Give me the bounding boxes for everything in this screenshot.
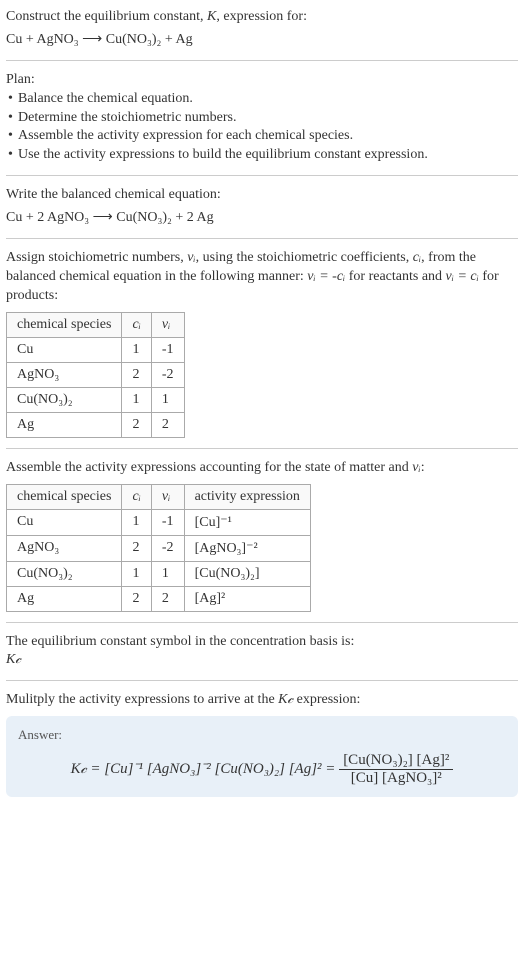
plan-section: Plan: •Balance the chemical equation. •D… [6, 71, 518, 165]
cell-ci: 1 [122, 561, 151, 586]
cell-nu: 1 [151, 561, 184, 586]
cell-nu: -2 [151, 362, 184, 387]
plan-item: •Use the activity expressions to build t… [8, 146, 518, 165]
text-fragment: , using the stoichiometric coefficients, [196, 250, 413, 265]
activity-heading: Assemble the activity expressions accoun… [6, 459, 518, 478]
multiply-heading: Mulitply the activity expressions to arr… [6, 691, 518, 710]
cell-nu: -2 [151, 535, 184, 561]
cell-activity: [Ag]² [184, 586, 310, 611]
prompt-title: Construct the equilibrium constant, K, e… [6, 8, 518, 27]
balanced-heading: Write the balanced chemical equation: [6, 186, 518, 205]
table-header-row: chemical species cᵢ νᵢ [7, 312, 185, 337]
kc-symbol-heading: The equilibrium constant symbol in the c… [6, 633, 518, 652]
cell-species: AgNO₃ [7, 535, 122, 561]
cell-ci: 2 [122, 586, 151, 611]
nu-symbol: νᵢ [187, 250, 195, 265]
cell-species: Cu [7, 509, 122, 535]
fraction-numerator: [Cu(NO₃)₂] [Ag]² [339, 752, 453, 770]
col-activity: activity expression [184, 484, 310, 509]
cell-activity: [Cu]⁻¹ [184, 509, 310, 535]
table-row: Cu 1 -1 [7, 337, 185, 362]
kc-lhs: K𝒸 = [Cu]⁻¹ [AgNO₃]⁻² [Cu(NO₃)₂] [Ag]² = [71, 761, 340, 777]
kc-symbol: K𝒸 [6, 651, 518, 670]
plan-item: •Assemble the activity expression for ea… [8, 127, 518, 146]
cell-activity: [AgNO₃]⁻² [184, 535, 310, 561]
cell-nu: -1 [151, 509, 184, 535]
col-nu: νᵢ [151, 312, 184, 337]
plan-item: •Determine the stoichiometric numbers. [8, 109, 518, 128]
text-fragment: for reactants and [345, 269, 445, 284]
plan-item: •Balance the chemical equation. [8, 90, 518, 109]
answer-box: Answer: K𝒸 = [Cu]⁻¹ [AgNO₃]⁻² [Cu(NO₃)₂]… [6, 716, 518, 797]
cell-species: AgNO₃ [7, 362, 122, 387]
col-ci: cᵢ [122, 312, 151, 337]
kc-symbol-inline: K𝒸 [278, 692, 293, 707]
cell-ci: 1 [122, 509, 151, 535]
divider [6, 680, 518, 681]
kc-symbol-section: The equilibrium constant symbol in the c… [6, 633, 518, 671]
cell-ci: 2 [122, 362, 151, 387]
plan-item-text: Determine the stoichiometric numbers. [18, 110, 237, 125]
cell-ci: 1 [122, 387, 151, 412]
text-fragment: : [421, 460, 425, 475]
activity-section: Assemble the activity expressions accoun… [6, 459, 518, 612]
cell-nu: 2 [151, 586, 184, 611]
col-ci: cᵢ [122, 484, 151, 509]
table-row: AgNO₃ 2 -2 [7, 362, 185, 387]
stoich-heading: Assign stoichiometric numbers, νᵢ, using… [6, 249, 518, 306]
table-header-row: chemical species cᵢ νᵢ activity expressi… [7, 484, 311, 509]
relation-reactants: νᵢ = -cᵢ [307, 269, 345, 284]
cell-species: Cu(NO₃)₂ [7, 387, 122, 412]
answer-label: Answer: [18, 726, 506, 744]
divider [6, 60, 518, 61]
cell-species: Cu(NO₃)₂ [7, 561, 122, 586]
prompt-section: Construct the equilibrium constant, K, e… [6, 8, 518, 50]
unbalanced-equation: Cu + AgNO₃ ⟶ Cu(NO₃)₂ + Ag [6, 31, 518, 50]
relation-products: νᵢ = cᵢ [446, 269, 479, 284]
text-fragment: Mulitply the activity expressions to arr… [6, 692, 278, 707]
divider [6, 448, 518, 449]
multiply-section: Mulitply the activity expressions to arr… [6, 691, 518, 796]
balanced-equation: Cu + 2 AgNO₃ ⟶ Cu(NO₃)₂ + 2 Ag [6, 209, 518, 228]
col-species: chemical species [7, 484, 122, 509]
ci-symbol: cᵢ [413, 250, 421, 265]
col-species: chemical species [7, 312, 122, 337]
divider [6, 238, 518, 239]
plan-item-text: Use the activity expressions to build th… [18, 147, 428, 162]
cell-activity: [Cu(NO₃)₂] [184, 561, 310, 586]
cell-nu: 2 [151, 412, 184, 437]
table-row: AgNO₃ 2 -2 [AgNO₃]⁻² [7, 535, 311, 561]
text-fragment: Assemble the activity expressions accoun… [6, 460, 412, 475]
table-row: Ag 2 2 [7, 412, 185, 437]
stoich-section: Assign stoichiometric numbers, νᵢ, using… [6, 249, 518, 438]
cell-species: Ag [7, 586, 122, 611]
cell-nu: -1 [151, 337, 184, 362]
cell-ci: 1 [122, 337, 151, 362]
table-row: Ag 2 2 [Ag]² [7, 586, 311, 611]
table-row: Cu(NO₃)₂ 1 1 [Cu(NO₃)₂] [7, 561, 311, 586]
divider [6, 175, 518, 176]
table-row: Cu(NO₃)₂ 1 1 [7, 387, 185, 412]
plan-item-text: Assemble the activity expression for eac… [18, 128, 353, 143]
divider [6, 622, 518, 623]
fraction-denominator: [Cu] [AgNO₃]² [339, 770, 453, 787]
kc-expression: K𝒸 = [Cu]⁻¹ [AgNO₃]⁻² [Cu(NO₃)₂] [Ag]² =… [18, 752, 506, 787]
text-fragment: expression: [293, 692, 360, 707]
cell-species: Cu [7, 337, 122, 362]
balanced-section: Write the balanced chemical equation: Cu… [6, 186, 518, 228]
cell-species: Ag [7, 412, 122, 437]
col-nu: νᵢ [151, 484, 184, 509]
cell-nu: 1 [151, 387, 184, 412]
cell-ci: 2 [122, 412, 151, 437]
fraction: [Cu(NO₃)₂] [Ag]² [Cu] [AgNO₃]² [339, 752, 453, 787]
nu-symbol: νᵢ [412, 460, 420, 475]
plan-item-text: Balance the chemical equation. [18, 91, 193, 106]
table-row: Cu 1 -1 [Cu]⁻¹ [7, 509, 311, 535]
stoich-table: chemical species cᵢ νᵢ Cu 1 -1 AgNO₃ 2 -… [6, 312, 185, 438]
text-fragment: Assign stoichiometric numbers, [6, 250, 187, 265]
activity-table: chemical species cᵢ νᵢ activity expressi… [6, 484, 311, 612]
cell-ci: 2 [122, 535, 151, 561]
plan-heading: Plan: [6, 71, 518, 90]
